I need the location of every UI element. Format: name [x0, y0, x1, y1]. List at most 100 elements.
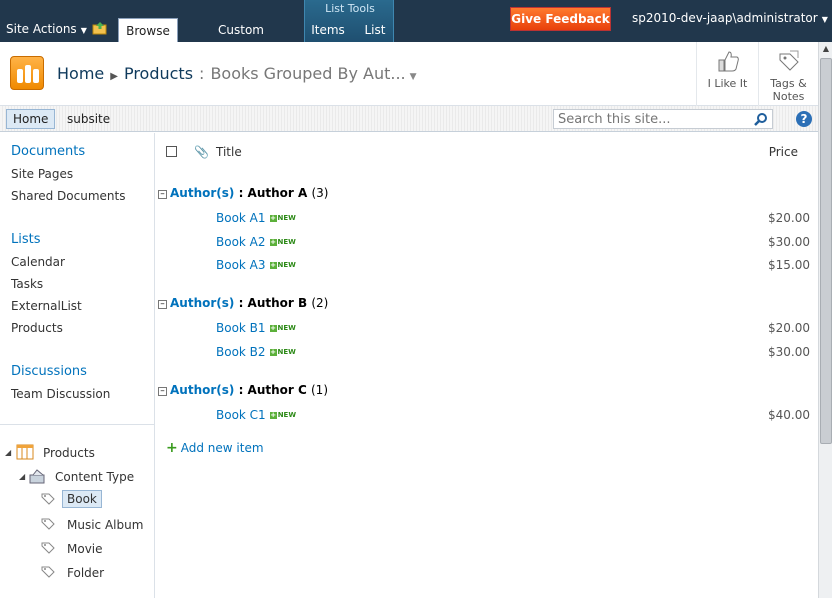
nav-documents[interactable]: Documents — [11, 144, 85, 159]
group-count: (2) — [311, 296, 329, 310]
tags-notes-button[interactable]: Tags & Notes — [758, 42, 818, 106]
user-menu[interactable]: sp2010-dev-jaap\administrator ▼ — [632, 11, 828, 25]
new-badge: + NEW — [269, 324, 296, 332]
list-item[interactable]: Book A2 + NEW — [216, 235, 296, 249]
navigate-up-icon[interactable] — [92, 21, 108, 35]
item-title[interactable]: Book B2 — [216, 345, 266, 359]
new-badge: + NEW — [269, 411, 297, 419]
collapse-icon[interactable]: – — [158, 190, 167, 199]
list-item[interactable]: Book A1 + NEW — [216, 211, 296, 225]
nav-divider — [0, 424, 155, 425]
user-name: sp2010-dev-jaap\administrator — [632, 11, 818, 25]
group-field-label: Author(s) — [170, 296, 235, 310]
site-actions-label: Site Actions — [6, 22, 77, 36]
tag-icon — [41, 566, 55, 578]
new-badge: + NEW — [269, 348, 296, 356]
tree-products[interactable]: Products — [43, 446, 95, 460]
collapse-icon[interactable]: – — [158, 300, 167, 309]
tree-music-album[interactable]: Music Album — [67, 518, 143, 532]
topnav-subsite[interactable]: subsite — [61, 109, 116, 129]
add-icon: + — [166, 440, 178, 456]
group-name: Author C — [247, 383, 307, 397]
group-name: Author A — [247, 186, 308, 200]
nav-calendar[interactable]: Calendar — [11, 255, 65, 269]
tag-icon — [41, 542, 55, 554]
thumbs-up-icon — [718, 51, 739, 72]
breadcrumb-home[interactable]: Home — [57, 64, 104, 83]
item-price: $15.00 — [768, 258, 810, 272]
nav-site-pages[interactable]: Site Pages — [11, 167, 73, 181]
group-header[interactable]: – Author(s) : Author C (1) — [158, 383, 328, 397]
site-actions-menu[interactable]: Site Actions ▼ — [6, 22, 87, 36]
column-header-price[interactable]: Price — [769, 145, 798, 159]
new-badge: + NEW — [269, 238, 296, 246]
item-title[interactable]: Book A2 — [216, 235, 266, 249]
vertical-scrollbar[interactable]: ▲ — [818, 42, 832, 598]
give-feedback-button[interactable]: Give Feedback — [510, 7, 611, 31]
search-icon[interactable] — [754, 112, 768, 126]
tags-label: Tags & — [770, 77, 807, 90]
nav-shared-documents[interactable]: Shared Documents — [11, 189, 125, 203]
chevron-down-icon[interactable]: ▼ — [410, 72, 417, 82]
nav-tasks[interactable]: Tasks — [11, 277, 43, 291]
collapse-icon[interactable]: – — [158, 387, 167, 396]
item-title[interactable]: Book C1 — [216, 408, 266, 422]
breadcrumb-products[interactable]: Products — [124, 64, 193, 83]
notes-label: Notes — [772, 90, 805, 103]
select-all-checkbox[interactable] — [166, 146, 177, 157]
tab-browse[interactable]: Browse — [118, 18, 178, 42]
nav-discussions[interactable]: Discussions — [11, 364, 87, 379]
item-title[interactable]: Book B1 — [216, 321, 266, 335]
tag-icon — [779, 50, 799, 71]
attachment-icon: 📎 — [194, 145, 209, 159]
scrollbar-thumb[interactable] — [820, 58, 832, 444]
expand-arrow-icon[interactable]: ◢ — [5, 448, 11, 457]
list-item[interactable]: Book C1 + NEW — [216, 408, 296, 422]
site-logo-icon[interactable] — [10, 56, 44, 90]
item-title[interactable]: Book A1 — [216, 211, 266, 225]
nav-products[interactable]: Products — [11, 321, 63, 335]
list-icon — [16, 444, 34, 460]
tab-list[interactable]: List — [360, 18, 390, 42]
item-price: $20.00 — [768, 211, 810, 225]
item-price: $30.00 — [768, 345, 810, 359]
tag-icon — [41, 493, 55, 505]
item-price: $40.00 — [768, 408, 810, 422]
view-selector[interactable]: Books Grouped By Aut... — [210, 64, 405, 83]
list-item[interactable]: Book B1 + NEW — [216, 321, 296, 335]
expand-arrow-icon[interactable]: ◢ — [19, 472, 25, 481]
list-view: 📎 Title Price – Author(s) : Author A (3) … — [156, 133, 818, 598]
i-like-it-button[interactable]: I Like It — [696, 42, 758, 106]
item-price: $30.00 — [768, 235, 810, 249]
tree-movie[interactable]: Movie — [67, 542, 103, 556]
help-icon[interactable]: ? — [796, 111, 812, 127]
nav-lists[interactable]: Lists — [11, 232, 41, 247]
tree-book[interactable]: Book — [62, 490, 102, 508]
list-item[interactable]: Book B2 + NEW — [216, 345, 296, 359]
search-box — [553, 109, 773, 129]
group-header[interactable]: – Author(s) : Author A (3) — [158, 186, 328, 200]
title-area: Home ▶ Products: Books Grouped By Aut... ▼ I… — [0, 42, 818, 106]
item-price: $20.00 — [768, 321, 810, 335]
tab-items[interactable]: Items — [308, 18, 348, 42]
group-header[interactable]: – Author(s) : Author B (2) — [158, 296, 328, 310]
topnav-home[interactable]: Home — [6, 109, 56, 129]
tree-content-type[interactable]: Content Type — [55, 470, 134, 484]
quick-launch: Documents Site Pages Shared Documents Li… — [0, 133, 155, 598]
breadcrumb: Home ▶ Products: Books Grouped By Aut... ▼ — [57, 64, 417, 83]
nav-externallist[interactable]: ExternalList — [11, 299, 82, 313]
group-field-label: Author(s) — [170, 383, 235, 397]
tree-folder[interactable]: Folder — [67, 566, 104, 580]
item-title[interactable]: Book A3 — [216, 258, 266, 272]
group-name: Author B — [247, 296, 308, 310]
new-badge: + NEW — [269, 261, 296, 269]
add-new-item-label: Add new item — [180, 441, 264, 455]
tab-custom-commands[interactable]: Custom Commands — [184, 18, 298, 61]
add-new-item-link[interactable]: + Add new item — [166, 440, 264, 456]
nav-team-discussion[interactable]: Team Discussion — [11, 387, 110, 401]
chevron-down-icon: ▼ — [80, 26, 87, 35]
column-header-title[interactable]: Title — [216, 145, 242, 159]
scroll-up-icon[interactable]: ▲ — [820, 44, 832, 56]
list-item[interactable]: Book A3 + NEW — [216, 258, 296, 272]
search-input[interactable] — [554, 110, 744, 128]
